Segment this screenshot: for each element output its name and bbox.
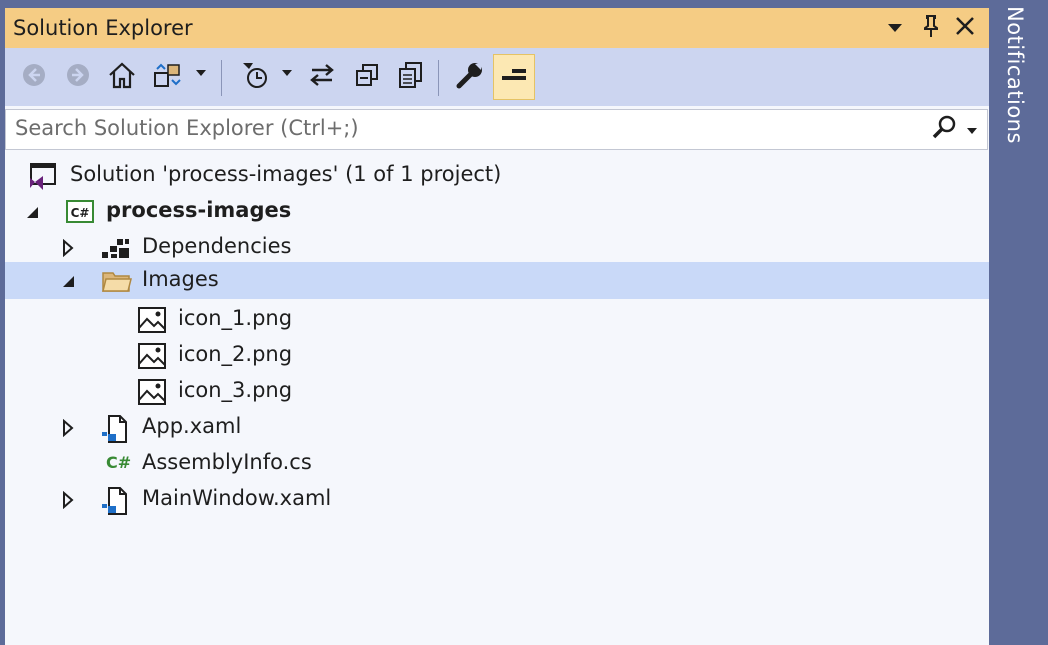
tree-item-project[interactable]: C# process-images: [5, 194, 989, 230]
tree-item-label: Images: [142, 267, 219, 291]
tree-item-label: icon_3.png: [178, 378, 293, 402]
preview-selected-items-button[interactable]: [493, 54, 535, 100]
dependencies-icon: [101, 234, 129, 262]
tree-item-image-3[interactable]: icon_3.png: [5, 374, 989, 410]
search-options-button[interactable]: [931, 115, 981, 143]
tree-item-label: App.xaml: [142, 414, 242, 438]
tree-item-dependencies[interactable]: Dependencies: [5, 230, 989, 266]
home-button[interactable]: [104, 59, 140, 95]
chevron-down-icon: [967, 120, 977, 139]
solution-icon: [27, 162, 56, 190]
back-icon: [21, 62, 47, 92]
toolbar-separator: [221, 60, 222, 96]
tree-item-image-1[interactable]: icon_1.png: [5, 302, 989, 338]
tree-item-images-folder[interactable]: Images: [5, 262, 989, 299]
tree-item-image-2[interactable]: icon_2.png: [5, 338, 989, 374]
image-file-icon: [137, 342, 166, 370]
preview-selected-items-icon: [499, 63, 529, 91]
expanded-arrow-icon[interactable]: [61, 271, 75, 291]
home-icon: [107, 60, 137, 94]
chevron-down-icon: [887, 19, 903, 38]
close-button[interactable]: [951, 14, 979, 42]
auto-hide-button[interactable]: [917, 14, 945, 42]
svg-text:C#: C#: [71, 206, 90, 220]
pending-changes-filter-icon: [240, 59, 272, 95]
folder-open-icon: [101, 267, 132, 295]
tree-item-label: icon_2.png: [178, 342, 293, 366]
tree-item-label: icon_1.png: [178, 306, 293, 330]
properties-button[interactable]: [452, 59, 488, 95]
csharp-project-icon: C#: [65, 198, 94, 226]
collapsed-arrow-icon[interactable]: [61, 490, 75, 510]
window-position-button[interactable]: [881, 14, 909, 42]
tree-item-assemblyinfo[interactable]: C# AssemblyInfo.cs: [5, 446, 989, 482]
switch-views-dropdown[interactable]: [196, 70, 206, 76]
show-all-files-button[interactable]: [393, 59, 429, 95]
sync-with-active-document-icon: [308, 62, 336, 92]
back-button[interactable]: [16, 59, 52, 95]
toolbar-separator: [438, 60, 439, 96]
show-all-files-icon: [397, 60, 425, 94]
xaml-file-icon: [101, 486, 129, 515]
forward-icon: [65, 62, 91, 92]
notifications-tab[interactable]: Notifications: [1003, 6, 1027, 144]
tree-item-mainwindow-xaml[interactable]: MainWindow.xaml: [5, 482, 989, 518]
toolbar: [5, 48, 989, 106]
search-icon: [931, 113, 959, 145]
solution-explorer-panel: Solution Explorer Search Solution Explor…: [5, 8, 989, 645]
forward-button[interactable]: [60, 59, 96, 95]
pin-icon: [922, 14, 940, 42]
tree-item-label: Solution 'process-images' (1 of 1 projec…: [70, 162, 502, 186]
sync-with-active-document-button[interactable]: [304, 59, 340, 95]
tree-item-label: MainWindow.xaml: [142, 486, 332, 510]
svg-text:C#: C#: [106, 453, 131, 472]
search-input[interactable]: [15, 113, 915, 143]
tree-item-solution[interactable]: Solution 'process-images' (1 of 1 projec…: [5, 158, 989, 194]
search-box: [5, 109, 988, 150]
collapsed-arrow-icon[interactable]: [61, 418, 75, 438]
tree-item-label: process-images: [106, 198, 292, 222]
switch-views-icon: [152, 60, 184, 94]
xaml-file-icon: [101, 414, 129, 443]
close-icon: [955, 16, 975, 40]
title-bar: Solution Explorer: [5, 8, 989, 48]
pending-changes-filter-button[interactable]: [238, 59, 274, 95]
pending-changes-dropdown[interactable]: [282, 70, 292, 76]
tree-item-label: AssemblyInfo.cs: [142, 450, 312, 474]
tree-item-label: Dependencies: [142, 234, 292, 258]
tree-item-app-xaml[interactable]: App.xaml: [5, 410, 989, 446]
csharp-file-icon: C#: [104, 448, 132, 476]
panel-title: Solution Explorer: [13, 16, 193, 40]
collapse-all-icon: [354, 62, 380, 92]
expanded-arrow-icon[interactable]: [25, 202, 39, 222]
image-file-icon: [137, 306, 166, 334]
collapse-all-button[interactable]: [349, 59, 385, 95]
switch-views-button[interactable]: [150, 59, 186, 95]
properties-icon: [455, 60, 485, 94]
collapsed-arrow-icon[interactable]: [61, 238, 75, 258]
image-file-icon: [137, 378, 166, 406]
